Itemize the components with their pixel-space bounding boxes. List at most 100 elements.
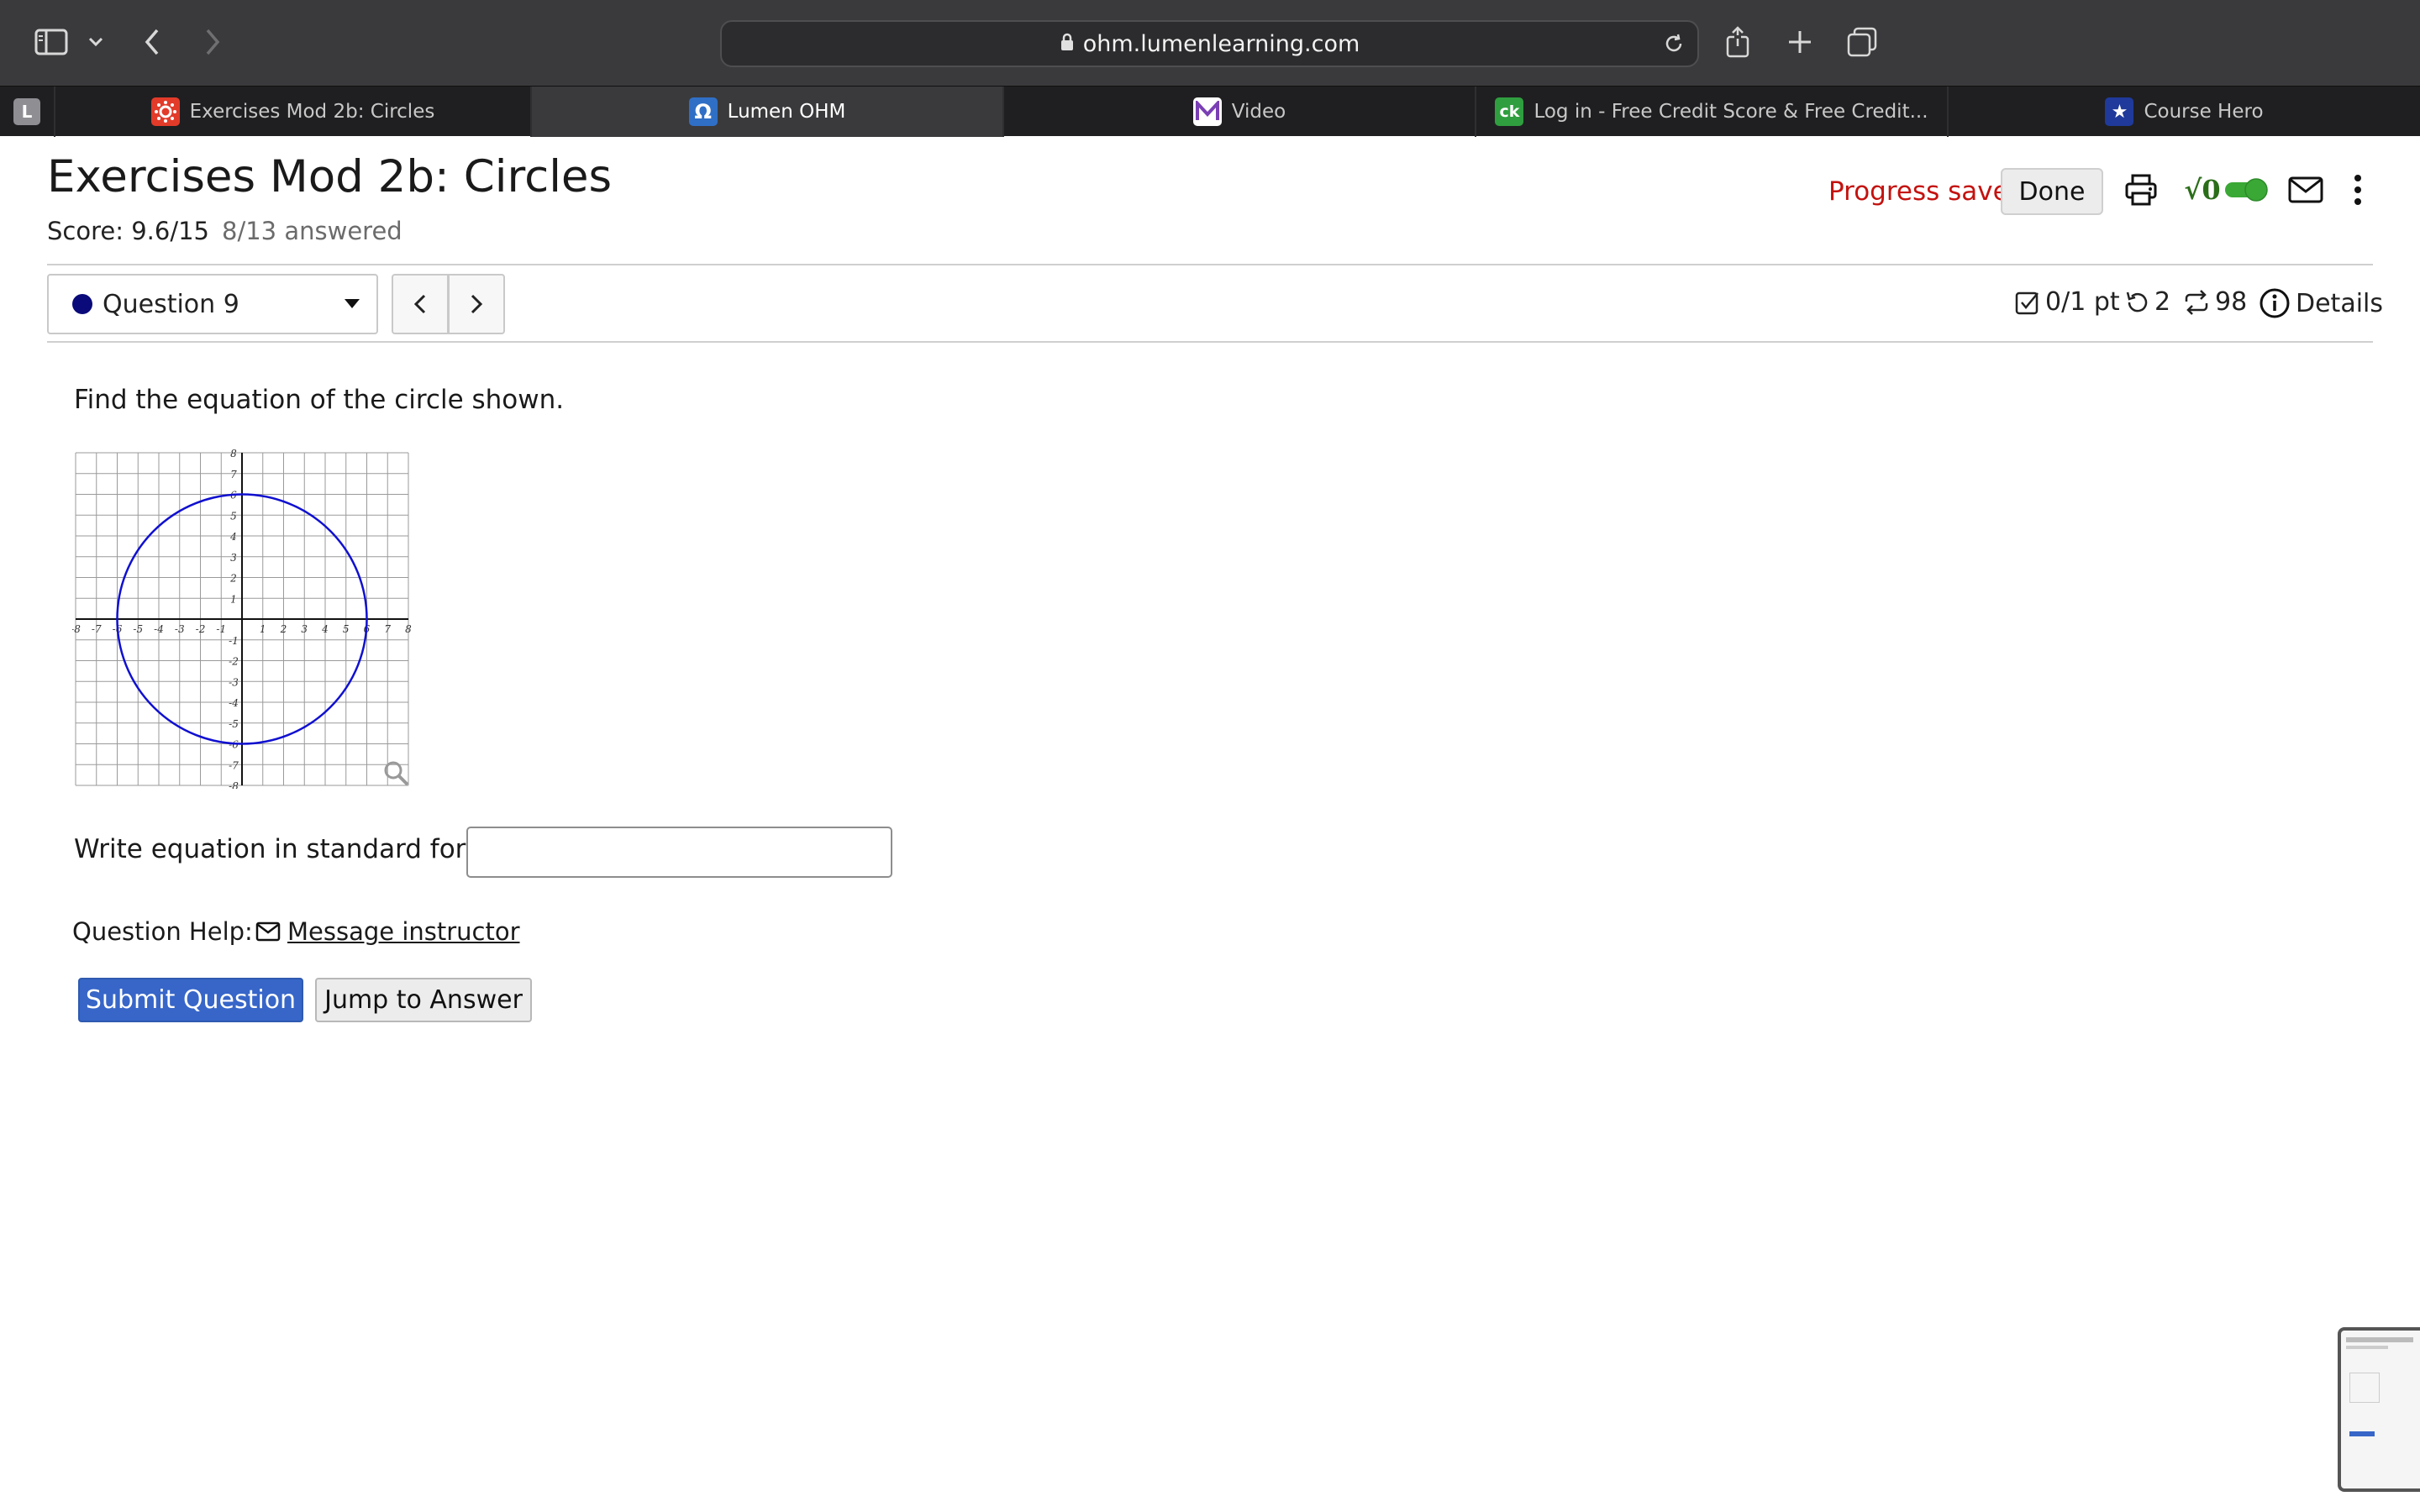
tab-label: Exercises Mod 2b: Circles [189,101,435,123]
tab-label: Video [1231,101,1286,123]
answer-label: Write equation in standard form: [74,834,500,864]
x-tick-label: -5 [133,623,143,635]
retries-text: 2 [2154,287,2171,317]
new-tab-icon[interactable] [1785,25,1815,59]
info-icon [2260,288,2290,318]
question-select-label: Question 9 [103,289,239,319]
details-button[interactable]: Details [2259,287,2383,319]
y-tick-label: 3 [230,552,237,564]
question-help-label: Question Help: [72,917,253,946]
y-tick-label: -2 [229,656,239,668]
y-tick-label: -5 [229,718,239,730]
star-shield-icon: ★ [2105,97,2134,126]
y-tick-label: -8 [229,780,239,789]
omega-icon: Ω [688,97,718,126]
forward-icon[interactable] [200,25,225,59]
y-tick-label: 4 [229,531,237,543]
message-instructor-link[interactable]: Message instructor [255,917,520,946]
profile-l-icon: L [13,98,40,125]
x-tick-label: -1 [216,623,226,635]
sidebar-toggle-icon[interactable] [32,25,71,59]
x-tick-label: -7 [92,623,102,635]
chevron-left-icon [413,294,426,314]
x-tick-label: -3 [175,623,185,635]
print-icon[interactable] [2123,166,2159,213]
x-tick-label: 4 [321,623,329,635]
tab-overview-icon[interactable] [1845,25,1879,59]
chevron-down-icon[interactable] [84,30,108,54]
divider [47,264,2373,265]
mail-icon[interactable] [2287,166,2324,213]
x-tick-label: 7 [384,623,391,635]
x-tick-label: -2 [196,623,206,635]
score-text: Score: 9.6/15 [47,217,210,245]
tab-video[interactable]: Video [1004,87,1476,137]
tab-course-hero[interactable]: ★ Course Hero [1949,87,2420,137]
screenshot-thumbnail[interactable] [2338,1327,2420,1492]
question-status-dot [72,294,92,314]
question-prompt: Find the equation of the circle shown. [74,385,565,415]
caret-down-icon [345,299,360,308]
submit-question-button[interactable]: Submit Question [78,978,303,1022]
envelope-icon [255,921,281,942]
tab-label: Course Hero [2144,101,2264,123]
points-info: 0/1 pt [2015,287,2120,317]
question-select[interactable]: Question 9 [47,274,378,334]
back-icon[interactable] [139,25,165,59]
canvas-icon [150,97,180,126]
y-tick-label: 5 [230,510,237,522]
browser-toolbar: ohm.lumenlearning.com [0,0,2420,86]
y-tick-label: -1 [229,635,239,647]
next-question-button[interactable] [448,274,505,334]
repeat-icon [2185,289,2208,315]
tab-credit-karma[interactable]: ck Log in - Free Credit Score & Free Cre… [1476,87,1949,137]
checkbox-icon [2015,291,2039,314]
reload-icon[interactable] [1662,32,1686,61]
lock-icon [1060,31,1075,57]
x-tick-label: -4 [154,623,164,635]
message-instructor-label: Message instructor [287,917,520,946]
y-tick-label: 2 [229,573,237,585]
y-tick-label: -4 [229,697,239,709]
magnifier-icon [384,761,409,786]
y-tick-label: -3 [229,676,239,688]
tab-label: Lumen OHM [727,101,846,123]
progress-status: Progress saved [1828,176,2026,207]
ck-icon: ck [1495,97,1524,126]
x-tick-label: 1 [260,623,266,635]
x-tick-label: 3 [301,623,308,635]
retry-icon [2126,291,2148,312]
points-text: 0/1 pt [2045,287,2120,317]
address-bar[interactable]: ohm.lumenlearning.com [720,20,1699,67]
done-button[interactable]: Done [2001,168,2103,215]
url-text: ohm.lumenlearning.com [1082,30,1360,57]
jump-to-answer-button[interactable]: Jump to Answer [315,978,532,1022]
more-options-icon[interactable] [2349,166,2366,213]
details-label: Details [2296,288,2384,318]
toggle-switch [2224,178,2268,202]
x-tick-label: 2 [280,623,287,635]
y-tick-label: 8 [230,449,237,459]
answered-count: 8/13 answered [222,217,402,245]
x-tick-label: 5 [343,623,350,635]
math-toggle[interactable]: √0 [2183,166,2270,213]
x-tick-label: 8 [405,623,412,635]
divider [47,341,2373,343]
y-tick-label: 7 [230,469,237,480]
tab-bar: L Exercises Mod 2b: Circles Ω Lumen OHM … [0,86,2420,137]
y-tick-label: -7 [229,759,239,771]
circle-graph: -8-7-6-5-4-3-2-11234567887654321-1-2-3-4… [72,449,412,789]
retries-info: 2 [2124,287,2170,317]
tab-exercises[interactable]: Exercises Mod 2b: Circles [55,87,532,137]
sqrt-icon: √0 [2184,174,2221,206]
tab-lumen-ohm[interactable]: Ω Lumen OHM [532,87,1004,137]
share-icon[interactable] [1723,24,1753,60]
tab-profile[interactable]: L [0,87,55,137]
y-tick-label: 1 [230,593,237,605]
chevron-right-icon [471,294,483,314]
attempts-info: 98 [2183,287,2247,317]
previous-question-button[interactable] [392,274,449,334]
x-tick-label: -8 [72,623,81,635]
answer-input[interactable] [466,827,892,878]
tab-label: Log in - Free Credit Score & Free Credit… [1534,101,1928,123]
